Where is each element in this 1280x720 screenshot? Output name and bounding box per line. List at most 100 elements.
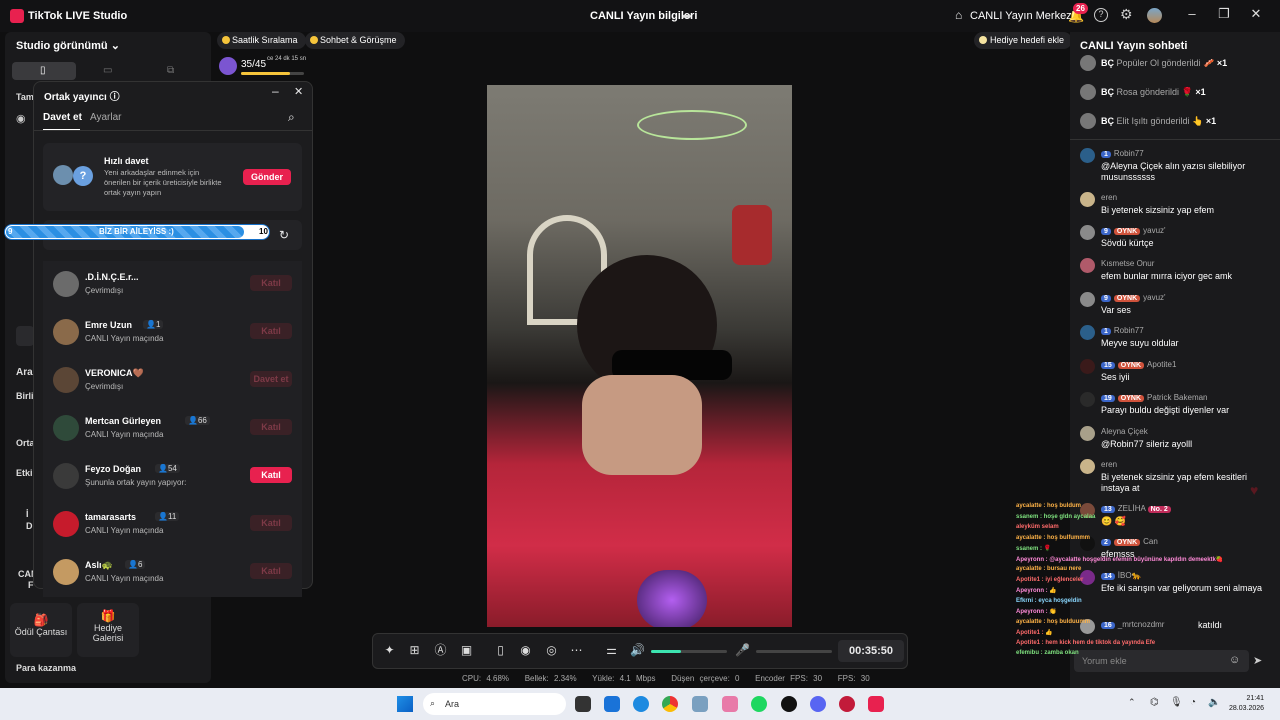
refresh-icon[interactable]: ↻: [279, 228, 289, 242]
chat-username[interactable]: Aleyna Çiçek: [1101, 427, 1148, 436]
gift-user: BÇ: [1101, 87, 1114, 97]
spotify-icon[interactable]: [751, 696, 767, 712]
level-badge: 19: [1101, 395, 1115, 402]
mic-tray-icon[interactable]: 🎙: [1170, 697, 1183, 708]
share-icon[interactable]: ➦: [682, 9, 694, 23]
wifi-icon[interactable]: ◔: [1190, 697, 1196, 708]
chat-username[interactable]: Robin77: [1114, 326, 1144, 335]
gift-gallery-tile[interactable]: 🎁 Hediye Galerisi: [77, 603, 139, 657]
chat-username[interactable]: eren: [1101, 193, 1117, 202]
cohost-status: Çevrimdışı: [85, 382, 124, 391]
join-button[interactable]: Katıl: [250, 323, 292, 339]
live-center-link[interactable]: CANLI Yayın Merkezi: [970, 10, 1074, 22]
more-icon[interactable]: ⋯: [570, 644, 583, 657]
comment-input[interactable]: Yorum ekle: [1074, 650, 1249, 672]
dual-mode-tab[interactable]: ⧉: [142, 62, 202, 80]
clock[interactable]: 21:41 28.03.2026: [1229, 694, 1264, 714]
search-icon[interactable]: ⌕: [288, 110, 295, 125]
info-icon[interactable]: ⓘ: [110, 92, 120, 103]
dropped-frames-status: Düşen çerçeve: 0: [671, 674, 740, 683]
tiktok-logo-icon: [10, 9, 24, 23]
join-button[interactable]: Katıl: [250, 419, 292, 435]
discord-icon[interactable]: [810, 696, 826, 712]
equalizer-icon[interactable]: ⚌: [605, 644, 618, 657]
add-source-icon[interactable]: ⊞: [408, 644, 421, 657]
camera-icon[interactable]: ◉: [16, 112, 26, 125]
chat-icon: [310, 36, 318, 44]
chat-username[interactable]: İBO🐆: [1118, 571, 1142, 580]
join-button[interactable]: Katıl: [250, 515, 292, 531]
overlay-chat-line: Efkrni : eyca hoşgeldin: [1016, 597, 1082, 604]
clip-icon[interactable]: ◎: [545, 644, 558, 657]
hourly-ranking-pill[interactable]: Saatlik Sıralama: [217, 32, 306, 49]
chat-username[interactable]: Patrick Bakeman: [1147, 393, 1207, 402]
upload-status: Yükle: 4.1 Mbps: [592, 674, 656, 683]
phone-icon[interactable]: ▯: [494, 644, 507, 657]
fan-badge: OYNK: [1113, 228, 1141, 235]
chat-text: Bi yetenek sizsiniz yap efem kesitleri i…: [1101, 472, 1248, 493]
magic-icon[interactable]: ✦: [383, 644, 396, 657]
chat-username[interactable]: Apotite1: [1147, 360, 1176, 369]
level-badge: 9: [1101, 295, 1111, 302]
gift-count: ×1: [1195, 87, 1206, 97]
volume-icon[interactable]: 🔈: [1208, 697, 1220, 708]
tiktok-icon[interactable]: [868, 696, 884, 712]
chat-username[interactable]: yavuz': [1143, 293, 1165, 302]
reward-bag-tile[interactable]: 🎒 Ödül Çantası: [10, 603, 72, 657]
chat-username[interactable]: eren: [1101, 460, 1117, 469]
mic-slider[interactable]: [756, 650, 832, 653]
chat-call-pill[interactable]: Sohbet & Görüşme: [305, 32, 405, 49]
chat-text: @Aleyna Çiçek alın yazısı silebiliyor mu…: [1101, 161, 1246, 182]
volume-slider[interactable]: [651, 650, 727, 653]
help-icon[interactable]: ?: [1094, 8, 1108, 22]
minimize-icon[interactable]: –: [272, 84, 279, 98]
chat-username[interactable]: Robin77: [1114, 149, 1144, 158]
ai-icon[interactable]: Ⓐ: [434, 644, 447, 657]
follower-count: 👤1: [143, 320, 164, 329]
join-button[interactable]: Davet et: [250, 371, 292, 387]
emoji-icon[interactable]: ☺: [1229, 654, 1240, 666]
edge-icon[interactable]: [633, 696, 649, 712]
windows-start-icon[interactable]: [397, 696, 413, 712]
landscape-mode-tab[interactable]: ▭: [80, 62, 138, 80]
send-icon[interactable]: ➤: [1253, 654, 1262, 667]
chat-username[interactable]: ZELİHA: [1118, 504, 1146, 513]
close-icon[interactable]: ✕: [1246, 6, 1266, 24]
tray-chevron-icon[interactable]: ⌃: [1128, 697, 1136, 708]
task-view-icon[interactable]: [575, 696, 591, 712]
tab-settings[interactable]: Ayarlar: [90, 112, 122, 123]
send-button[interactable]: Gönder: [243, 169, 291, 185]
network-icon[interactable]: ⌬: [1150, 697, 1159, 708]
record-icon[interactable]: ◉: [519, 644, 532, 657]
settings-gear-icon[interactable]: ⚙: [1120, 6, 1133, 23]
portrait-mode-tab[interactable]: ▯: [12, 62, 76, 80]
left-tile-stub[interactable]: [16, 326, 34, 346]
app-icon[interactable]: [692, 696, 708, 712]
chat-username[interactable]: Can: [1143, 537, 1158, 546]
layout-icon[interactable]: ▣: [460, 644, 473, 657]
chat-username[interactable]: yavuz': [1143, 226, 1165, 235]
chat-username[interactable]: Kısmetse Onur: [1101, 259, 1154, 268]
copilot-icon[interactable]: [722, 696, 738, 712]
maximize-icon[interactable]: ❐: [1214, 6, 1234, 24]
app-icon[interactable]: [839, 696, 855, 712]
avatar[interactable]: [1147, 8, 1162, 23]
speaker-icon[interactable]: 🔊: [630, 644, 645, 657]
microphone-icon[interactable]: 🎤: [735, 644, 750, 657]
tab-invite[interactable]: Davet et: [43, 112, 82, 123]
taskbar-search[interactable]: ⌕ Ara: [423, 693, 566, 715]
outlook-icon[interactable]: [604, 696, 620, 712]
steam-icon[interactable]: [781, 696, 797, 712]
studio-view-dropdown[interactable]: Studio görünümü ⌄: [16, 39, 120, 52]
landscape-icon: ▭: [103, 65, 113, 76]
overlay-chat-line: aleyküm selam: [1016, 524, 1059, 530]
join-button[interactable]: Katıl: [250, 275, 292, 291]
chat-username[interactable]: _mrtcnozdmr: [1118, 620, 1165, 629]
add-gift-goal-pill[interactable]: Hediye hedefi ekle: [974, 32, 1073, 49]
gift-text: Rosa gönderildi: [1116, 87, 1180, 97]
join-button[interactable]: Katıl: [250, 563, 292, 579]
chrome-icon[interactable]: [662, 696, 678, 712]
close-icon[interactable]: ✕: [294, 85, 303, 98]
minimize-icon[interactable]: –: [1182, 6, 1202, 24]
join-button[interactable]: Katıl: [250, 467, 292, 483]
